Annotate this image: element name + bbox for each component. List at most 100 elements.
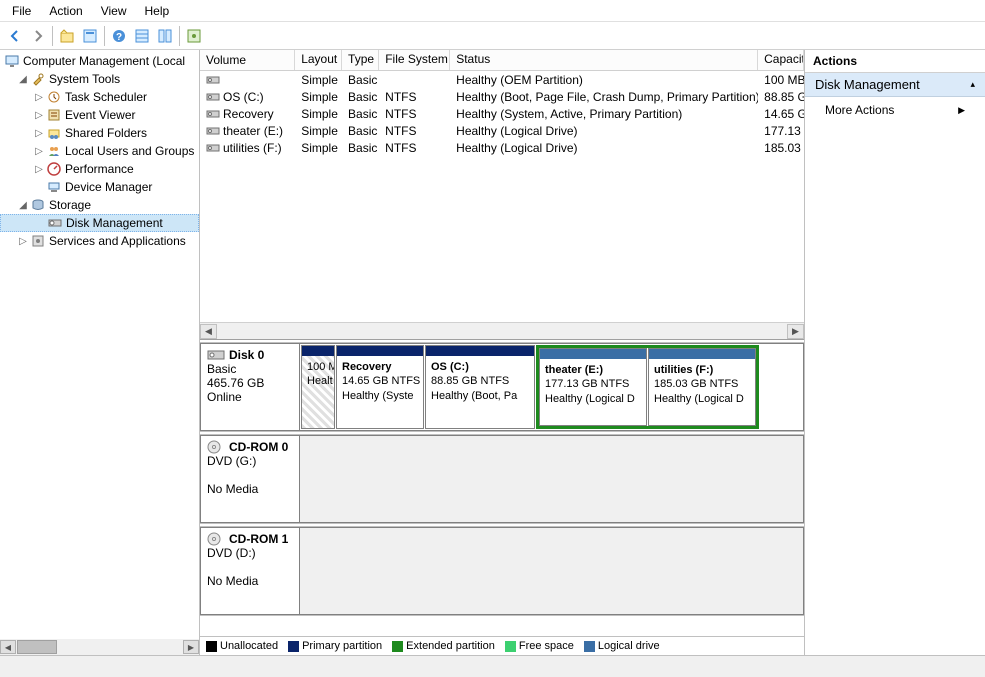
disk-mgmt-icon	[47, 215, 63, 231]
expander-icon[interactable]: ▷	[32, 110, 46, 121]
extended-partition: theater (E:)177.13 GB NTFSHealthy (Logic…	[536, 345, 759, 429]
col-volume[interactable]: Volume	[200, 50, 295, 70]
tree-label: Storage	[49, 198, 91, 212]
tree-event-viewer[interactable]: ▷ Event Viewer	[0, 106, 199, 124]
expander-icon[interactable]: ▷	[32, 164, 46, 175]
expander-icon[interactable]: ◢	[16, 74, 30, 85]
col-layout[interactable]: Layout	[295, 50, 342, 70]
tree-label: Device Manager	[65, 180, 152, 194]
tree-device-manager[interactable]: ▷Device Manager	[0, 178, 199, 196]
tree-label: Task Scheduler	[65, 90, 147, 104]
partition[interactable]: utilities (F:)185.03 GB NTFSHealthy (Log…	[648, 348, 756, 426]
menu-help[interactable]: Help	[137, 2, 178, 20]
volume-row[interactable]: SimpleBasicHealthy (OEM Partition)100 MB	[200, 71, 804, 88]
event-icon	[46, 107, 62, 123]
col-status[interactable]: Status	[450, 50, 758, 70]
view2-button[interactable]	[154, 25, 176, 47]
expander-icon[interactable]: ▷	[32, 92, 46, 103]
storage-icon	[30, 197, 46, 213]
clock-icon	[46, 89, 62, 105]
tree-label: System Tools	[49, 72, 120, 86]
actions-more-label: More Actions	[825, 103, 894, 117]
menubar: File Action View Help	[0, 0, 985, 22]
volume-row[interactable]: RecoverySimpleBasicNTFSHealthy (System, …	[200, 105, 804, 122]
tree-root-label: Computer Management (Local	[23, 54, 185, 68]
users-icon	[46, 143, 62, 159]
submenu-icon: ▶	[958, 105, 965, 116]
volume-row[interactable]: OS (C:)SimpleBasicNTFSHealthy (Boot, Pag…	[200, 88, 804, 105]
tree-disk-management[interactable]: ▷Disk Management	[0, 214, 199, 232]
tree-label: Services and Applications	[49, 234, 186, 248]
disk-partitions: 100 MHealtRecovery14.65 GB NTFSHealthy (…	[300, 343, 804, 431]
svg-text:?: ?	[116, 32, 122, 43]
legend-free: Free space	[505, 640, 574, 652]
legend-unallocated: Unallocated	[206, 640, 278, 652]
expander-icon[interactable]: ▷	[32, 146, 46, 157]
computer-icon	[4, 53, 20, 69]
tree-task-scheduler[interactable]: ▷ Task Scheduler	[0, 88, 199, 106]
legend-logical: Logical drive	[584, 640, 660, 652]
help-button[interactable]: ?	[108, 25, 130, 47]
forward-button[interactable]	[27, 25, 49, 47]
menu-action[interactable]: Action	[41, 2, 90, 20]
expander-icon[interactable]: ▷	[16, 236, 30, 247]
partition[interactable]: 100 MHealt	[301, 345, 335, 429]
disk-row: CD-ROM 0DVD (G:)No Media	[200, 434, 804, 524]
disk-label[interactable]: CD-ROM 1DVD (D:)No Media	[200, 527, 300, 615]
menu-view[interactable]: View	[93, 2, 135, 20]
tree-label: Event Viewer	[65, 108, 135, 122]
volume-row[interactable]: utilities (F:)SimpleBasicNTFSHealthy (Lo…	[200, 139, 804, 156]
volume-row[interactable]: theater (E:)SimpleBasicNTFSHealthy (Logi…	[200, 122, 804, 139]
col-fs[interactable]: File System	[379, 50, 450, 70]
col-capacity[interactable]: Capacit	[758, 50, 804, 70]
disk-row: Disk 0Basic465.76 GBOnline100 MHealtReco…	[200, 342, 804, 432]
folder-share-icon	[46, 125, 62, 141]
tree-label: Local Users and Groups	[65, 144, 194, 158]
tree-shared-folders[interactable]: ▷Shared Folders	[0, 124, 199, 142]
menu-file[interactable]: File	[4, 2, 39, 20]
view1-button[interactable]	[131, 25, 153, 47]
performance-icon	[46, 161, 62, 177]
tree-services-apps[interactable]: ▷ Services and Applications	[0, 232, 199, 250]
tree-storage[interactable]: ◢ Storage	[0, 196, 199, 214]
expander-icon[interactable]: ▷	[32, 128, 46, 139]
legend-extended: Extended partition	[392, 640, 495, 652]
legend: Unallocated Primary partition Extended p…	[200, 636, 804, 655]
disk-partitions	[300, 435, 804, 523]
actions-section-label: Disk Management	[815, 77, 920, 92]
disk-label[interactable]: Disk 0Basic465.76 GBOnline	[200, 343, 300, 431]
statusbar	[0, 655, 985, 677]
col-type[interactable]: Type	[342, 50, 379, 70]
expander-icon[interactable]: ◢	[16, 200, 30, 211]
settings-button[interactable]	[183, 25, 205, 47]
actions-more[interactable]: More Actions ▶	[805, 97, 985, 123]
tree-label: Disk Management	[66, 216, 163, 230]
device-icon	[46, 179, 62, 195]
up-button[interactable]	[56, 25, 78, 47]
partition[interactable]: Recovery14.65 GB NTFSHealthy (Syste	[336, 345, 424, 429]
center-pane: Volume Layout Type File System Status Ca…	[200, 50, 805, 655]
tree-performance[interactable]: ▷ Performance	[0, 160, 199, 178]
tree-hscrollbar[interactable]: ◀▶	[0, 639, 199, 655]
volume-list-header: Volume Layout Type File System Status Ca…	[200, 50, 804, 71]
back-button[interactable]	[4, 25, 26, 47]
volume-list: Volume Layout Type File System Status Ca…	[200, 50, 804, 340]
disk-row: CD-ROM 1DVD (D:)No Media	[200, 526, 804, 616]
actions-section[interactable]: Disk Management ▴	[805, 73, 985, 97]
tree-local-users[interactable]: ▷ Local Users and Groups	[0, 142, 199, 160]
tree-root[interactable]: Computer Management (Local	[0, 52, 199, 70]
toolbar: ?	[0, 22, 985, 50]
tree-label: Performance	[65, 162, 134, 176]
disk-partitions	[300, 527, 804, 615]
partition[interactable]: OS (C:)88.85 GB NTFSHealthy (Boot, Pa	[425, 345, 535, 429]
tree-system-tools[interactable]: ◢ System Tools	[0, 70, 199, 88]
actions-pane: Actions Disk Management ▴ More Actions ▶	[805, 50, 985, 655]
vlist-hscrollbar[interactable]: ◀▶	[200, 322, 804, 339]
properties-button[interactable]	[79, 25, 101, 47]
disk-label[interactable]: CD-ROM 0DVD (G:)No Media	[200, 435, 300, 523]
main-area: Computer Management (Local ◢ System Tool…	[0, 50, 985, 655]
volume-list-body[interactable]: SimpleBasicHealthy (OEM Partition)100 MB…	[200, 71, 804, 322]
collapse-icon: ▴	[970, 79, 975, 90]
actions-header: Actions	[805, 50, 985, 73]
partition[interactable]: theater (E:)177.13 GB NTFSHealthy (Logic…	[539, 348, 647, 426]
